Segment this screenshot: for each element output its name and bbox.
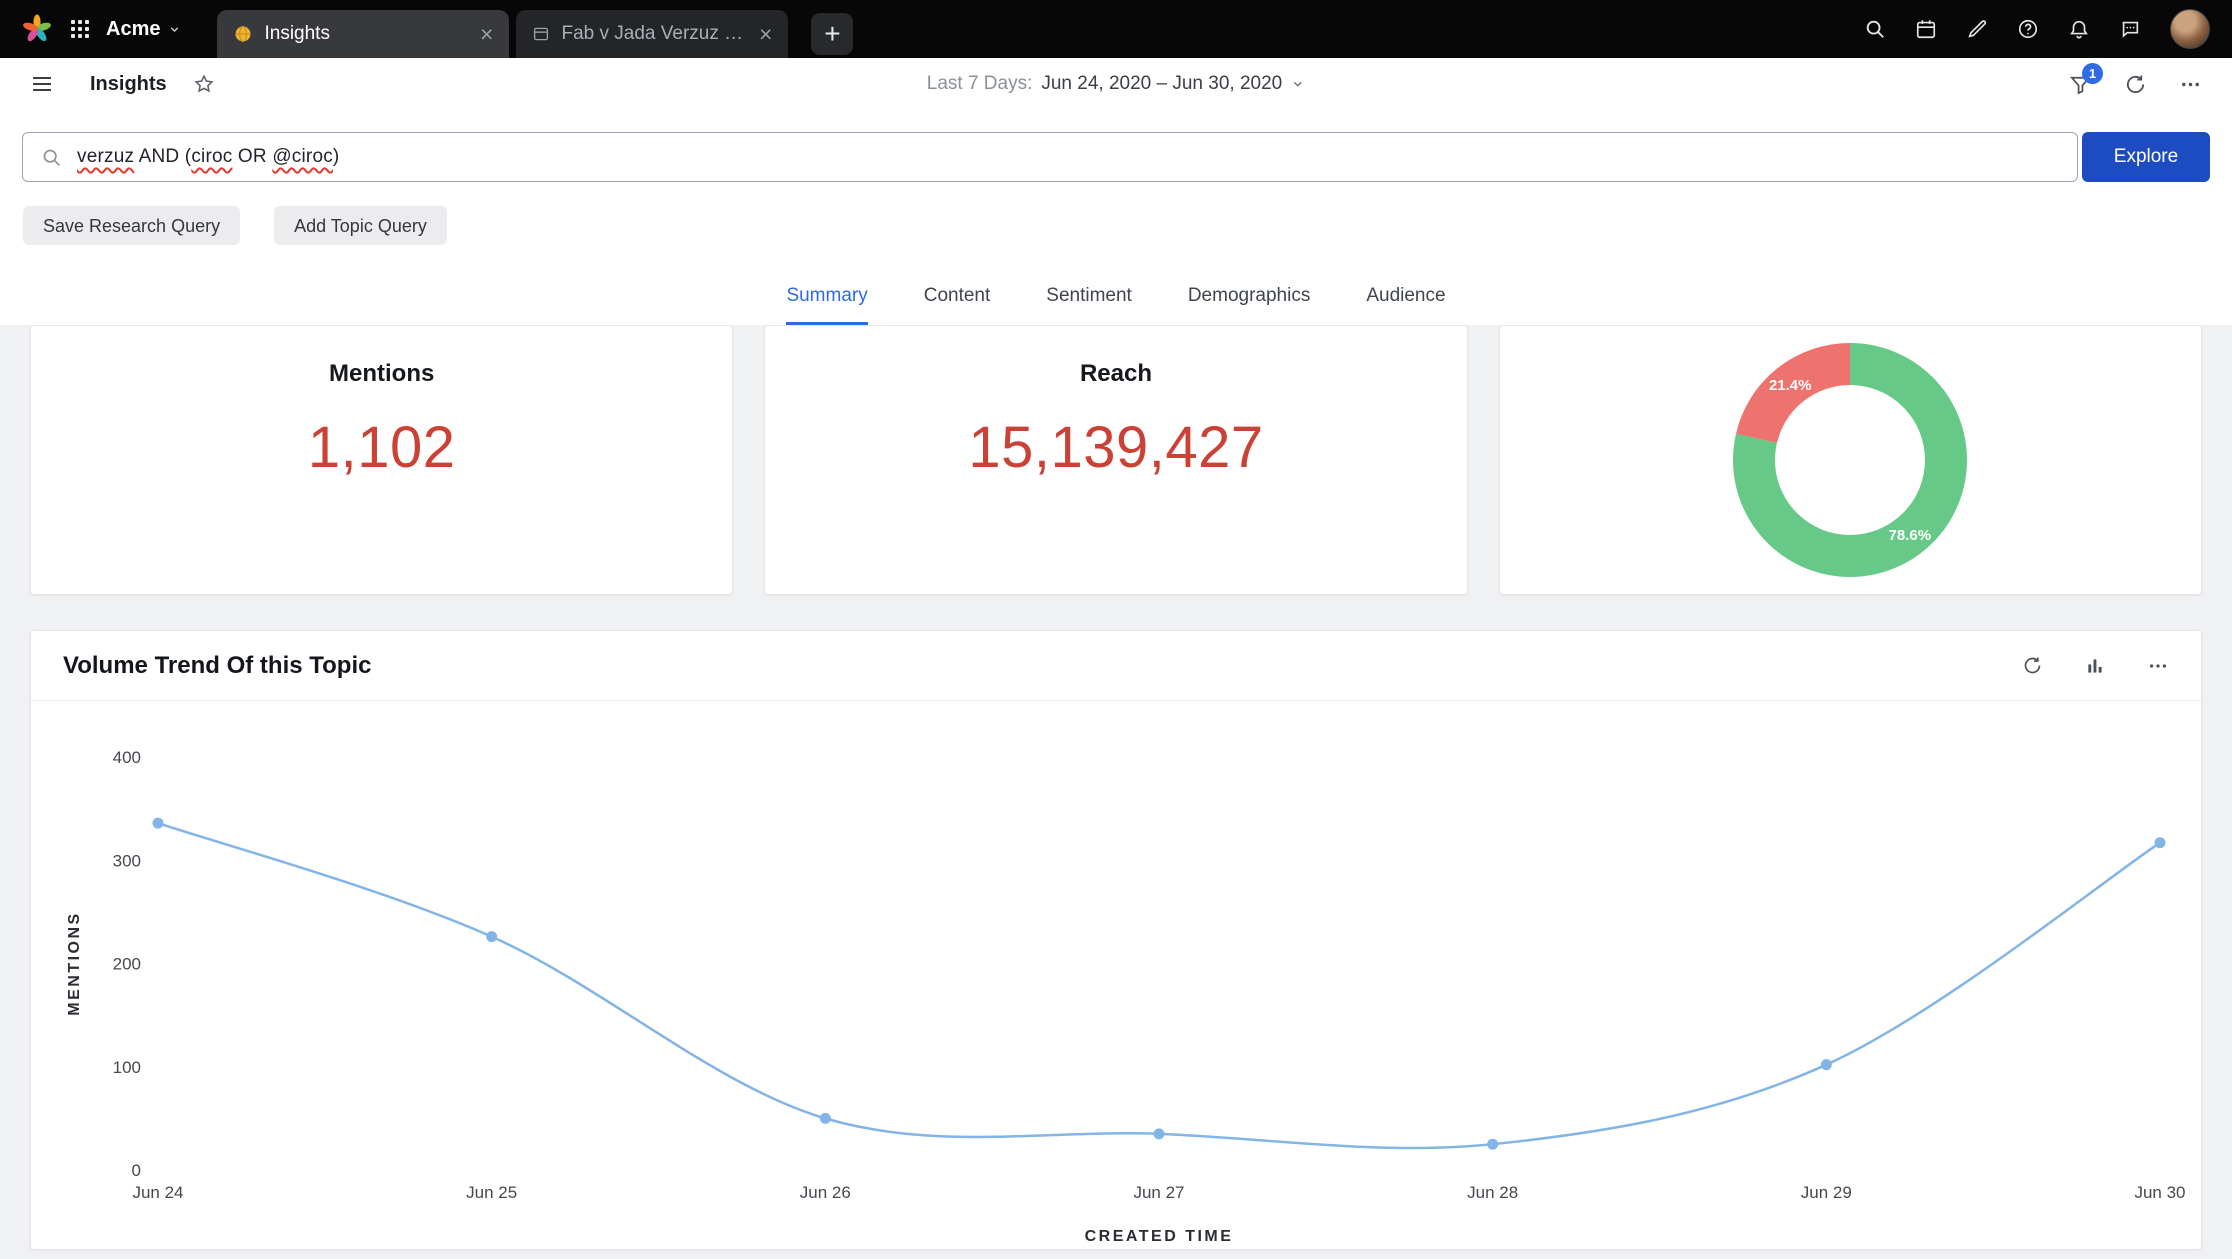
svg-text:Jun 27: Jun 27 bbox=[1133, 1183, 1184, 1202]
close-icon[interactable]: × bbox=[480, 22, 493, 46]
chevron-down-icon bbox=[1291, 77, 1305, 91]
main-content: Mentions 1,102 Reach 15,139,427 78.6% 21.… bbox=[0, 325, 2232, 1259]
bar-chart-icon[interactable] bbox=[2085, 656, 2105, 676]
svg-text:Jun 28: Jun 28 bbox=[1467, 1183, 1518, 1202]
svg-text:MENTIONS: MENTIONS bbox=[66, 911, 83, 1015]
sentiment-donut-card: 78.6% 21.4% bbox=[1498, 325, 2202, 595]
reach-value: 15,139,427 bbox=[968, 415, 1264, 480]
tab-demographics[interactable]: Demographics bbox=[1188, 270, 1311, 325]
chevron-down-icon bbox=[168, 23, 181, 36]
date-range-selector[interactable]: Last 7 Days: Jun 24, 2020 – Jun 30, 2020 bbox=[927, 73, 1305, 95]
volume-trend-title: Volume Trend Of this Topic bbox=[63, 651, 372, 679]
svg-text:Jun 24: Jun 24 bbox=[132, 1183, 183, 1202]
tab-insights[interactable]: Insights × bbox=[217, 10, 510, 58]
menu-icon[interactable] bbox=[30, 72, 54, 96]
date-range-value: Jun 24, 2020 – Jun 30, 2020 bbox=[1041, 73, 1283, 94]
section-tabs: Summary Content Sentiment Demographics A… bbox=[0, 270, 2232, 325]
svg-text:Jun 30: Jun 30 bbox=[2134, 1183, 2185, 1202]
avatar[interactable] bbox=[2170, 9, 2210, 49]
svg-text:400: 400 bbox=[113, 748, 141, 767]
svg-text:300: 300 bbox=[113, 851, 141, 870]
query-actions: Save Research Query Add Topic Query bbox=[23, 206, 2232, 245]
refresh-icon[interactable] bbox=[2124, 73, 2147, 96]
more-options-icon[interactable] bbox=[2179, 73, 2202, 96]
global-actions bbox=[1864, 9, 2210, 49]
more-options-icon[interactable] bbox=[2147, 655, 2169, 677]
mentions-card: Mentions 1,102 bbox=[30, 325, 734, 595]
help-icon[interactable] bbox=[2017, 18, 2039, 40]
star-icon[interactable] bbox=[193, 73, 215, 95]
close-icon[interactable]: × bbox=[759, 22, 772, 46]
date-range-label: Last 7 Days: bbox=[926, 73, 1033, 94]
tab-audience[interactable]: Audience bbox=[1366, 270, 1445, 325]
search-icon bbox=[41, 147, 62, 168]
summary-cards: Mentions 1,102 Reach 15,139,427 78.6% 21.… bbox=[30, 325, 2202, 595]
volume-trend-card: Volume Trend Of this Topic 0 100 200 300 400… bbox=[30, 630, 2202, 1250]
reach-title: Reach bbox=[1079, 360, 1153, 387]
volume-trend-header: Volume Trend Of this Topic bbox=[31, 631, 2201, 701]
new-tab-button[interactable]: + bbox=[811, 13, 854, 55]
page-toolbar: Insights Last 7 Days: Jun 24, 2020 – Jun… bbox=[0, 58, 2232, 110]
dashboard-icon bbox=[532, 25, 550, 43]
workspace-switcher[interactable]: Acme bbox=[106, 18, 181, 41]
svg-text:Jun 25: Jun 25 bbox=[466, 1183, 517, 1202]
chat-icon[interactable] bbox=[2119, 18, 2141, 40]
tab-fab-v-jada-verzuz-battle[interactable]: Fab v Jada Verzuz Battl × bbox=[516, 10, 789, 58]
svg-text:Jun 26: Jun 26 bbox=[800, 1183, 851, 1202]
toolbar-actions: 1 bbox=[2069, 62, 2202, 96]
mentions-value: 1,102 bbox=[307, 415, 456, 480]
svg-text:CREATED TIME: CREATED TIME bbox=[1085, 1228, 1234, 1245]
app-launcher-icon[interactable] bbox=[70, 19, 90, 39]
search-query-text: verzuz AND (ciroc OR @ciroc) bbox=[77, 146, 340, 167]
widget-actions bbox=[2022, 655, 2169, 677]
reach-card: Reach 15,139,427 bbox=[764, 325, 1468, 595]
refresh-icon[interactable] bbox=[2022, 655, 2043, 676]
tab-label: Insights bbox=[264, 23, 330, 44]
save-research-query-button[interactable]: Save Research Query bbox=[23, 206, 241, 245]
filter-badge: 1 bbox=[2082, 62, 2103, 84]
svg-text:78.6%: 78.6% bbox=[1889, 527, 1932, 544]
calendar-icon[interactable] bbox=[1915, 18, 1937, 40]
tab-label: Fab v Jada Verzuz Battl bbox=[561, 23, 749, 44]
page-title: Insights bbox=[90, 72, 167, 95]
mentions-title: Mentions bbox=[329, 360, 435, 387]
tab-summary[interactable]: Summary bbox=[786, 270, 868, 325]
svg-text:21.4%: 21.4% bbox=[1769, 377, 1812, 394]
globe-icon bbox=[233, 24, 253, 44]
tab-sentiment[interactable]: Sentiment bbox=[1046, 270, 1132, 325]
svg-text:200: 200 bbox=[113, 955, 141, 974]
svg-text:Jun 29: Jun 29 bbox=[1801, 1183, 1852, 1202]
top-bar: Acme Insights × Fab v Jada Verzuz Battl … bbox=[0, 0, 2232, 58]
tab-content[interactable]: Content bbox=[924, 270, 991, 325]
query-bar: verzuz AND (ciroc OR @ciroc) Explore bbox=[22, 132, 2210, 182]
volume-line-chart: 0 100 200 300 400 Jun 24 Jun 25 Jun 26 Jun 27 Jun… bbox=[66, 748, 2186, 1245]
add-topic-query-button[interactable]: Add Topic Query bbox=[274, 206, 447, 245]
search-input[interactable]: verzuz AND (ciroc OR @ciroc) bbox=[22, 132, 2078, 182]
search-icon[interactable] bbox=[1864, 18, 1886, 40]
workspace-name: Acme bbox=[106, 17, 161, 40]
svg-text:0: 0 bbox=[132, 1161, 141, 1180]
sentiment-donut: 78.6% 21.4% bbox=[1733, 343, 1968, 577]
brand-logo-icon[interactable] bbox=[22, 14, 52, 44]
bell-icon[interactable] bbox=[2068, 18, 2090, 40]
compose-icon[interactable] bbox=[1966, 18, 1988, 40]
explore-button[interactable]: Explore bbox=[2082, 132, 2210, 182]
svg-text:100: 100 bbox=[113, 1058, 141, 1077]
workspace-tabs: Insights × Fab v Jada Verzuz Battl × + bbox=[217, 10, 854, 58]
filter-icon[interactable]: 1 bbox=[2069, 62, 2103, 96]
